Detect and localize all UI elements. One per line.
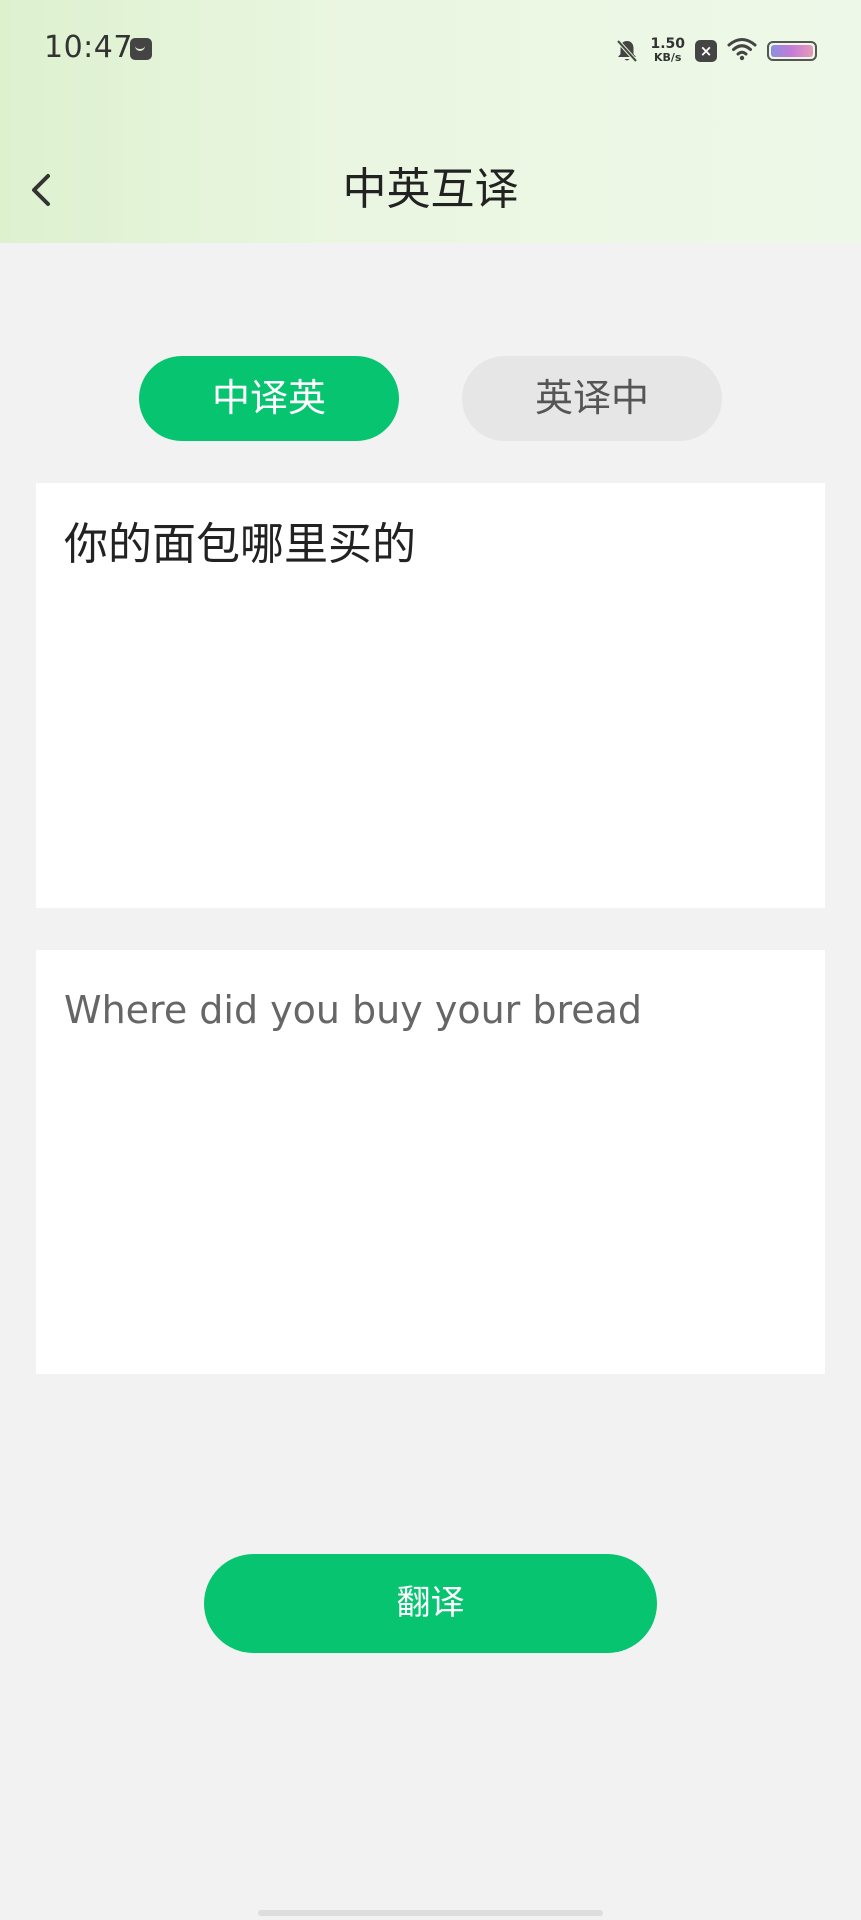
tab-chinese-to-english[interactable]: 中译英 bbox=[139, 356, 399, 441]
header: 10:47 1.50 KB/s × 中英互译 bbox=[0, 0, 861, 243]
battery-icon bbox=[767, 41, 817, 61]
source-text-input[interactable]: 你的面包哪里买的 bbox=[36, 483, 825, 908]
network-speed-value: 1.50 bbox=[650, 36, 685, 52]
translation-result-box[interactable]: Where did you buy your bread bbox=[36, 950, 825, 1374]
translation-result-text: Where did you buy your bread bbox=[64, 988, 643, 1032]
bell-off-icon bbox=[614, 38, 640, 64]
status-icons: 1.50 KB/s × bbox=[614, 34, 817, 68]
tab-english-to-chinese[interactable]: 英译中 bbox=[462, 356, 722, 441]
notification-icon bbox=[130, 38, 152, 60]
page-title: 中英互译 bbox=[342, 164, 519, 215]
network-speed: 1.50 KB/s bbox=[650, 37, 685, 65]
network-speed-unit: KB/s bbox=[653, 51, 682, 64]
close-square-icon: × bbox=[695, 40, 717, 62]
status-time: 10:47 bbox=[44, 30, 133, 65]
translator-screen: 10:47 1.50 KB/s × 中英互译 中译英 英译中 你的面包哪里买的 … bbox=[0, 0, 861, 1920]
home-indicator[interactable] bbox=[258, 1910, 603, 1916]
translate-button[interactable]: 翻译 bbox=[204, 1554, 657, 1653]
battery-level bbox=[771, 45, 813, 57]
status-bar: 10:47 1.50 KB/s × bbox=[0, 0, 861, 100]
wifi-icon bbox=[727, 37, 757, 65]
source-text: 你的面包哪里买的 bbox=[64, 519, 416, 570]
